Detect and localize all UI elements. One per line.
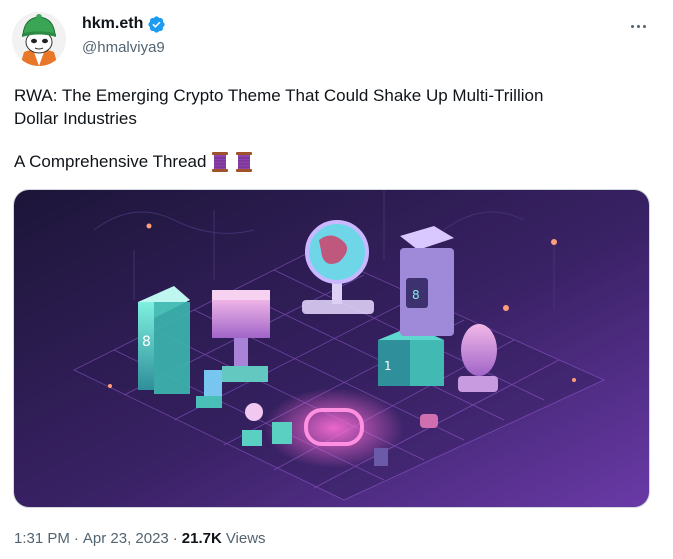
views-count: 21.7K	[181, 530, 222, 547]
author-name-row: hkm.eth	[82, 14, 166, 34]
svg-text:8: 8	[142, 334, 151, 350]
tweet-media-image[interactable]: 8 1 8	[13, 189, 650, 508]
thread-spool-emoji-icon	[210, 151, 230, 173]
author-handle[interactable]: @hmalviya9	[82, 38, 165, 58]
crypto-isometric-illustration-icon: 8 1 8	[14, 190, 649, 507]
tweet-date-link[interactable]: Apr 23, 2023	[83, 529, 169, 549]
avatar[interactable]	[12, 12, 66, 66]
svg-text:8: 8	[412, 288, 420, 302]
tweet-text: RWA: The Emerging Crypto Theme That Coul…	[14, 84, 654, 130]
tweet-text-line-1: RWA: The Emerging Crypto Theme That Coul…	[14, 86, 544, 105]
meta-separator: ·	[172, 530, 178, 547]
avatar-illustration-icon	[12, 12, 66, 66]
views-label: Views	[225, 530, 266, 547]
svg-text:1: 1	[384, 359, 392, 373]
tweet-subline: A Comprehensive Thread	[14, 150, 254, 173]
meta-separator: ·	[73, 530, 79, 547]
thread-spool-emoji-icon	[234, 151, 254, 173]
tweet-meta: 1:31 PM · Apr 23, 2023 · 21.7K Views	[14, 529, 266, 549]
tweet-text-line-2: Dollar Industries	[14, 109, 137, 128]
verified-badge-icon	[147, 15, 166, 34]
tweet-card: hkm.eth @hmalviya9 RWA: The Emerging Cry…	[0, 0, 673, 559]
more-options-icon[interactable]	[624, 14, 652, 38]
author-display-name[interactable]: hkm.eth	[82, 14, 143, 34]
tweet-time-link[interactable]: 1:31 PM	[14, 529, 70, 549]
tweet-subline-text: A Comprehensive Thread	[14, 152, 207, 171]
